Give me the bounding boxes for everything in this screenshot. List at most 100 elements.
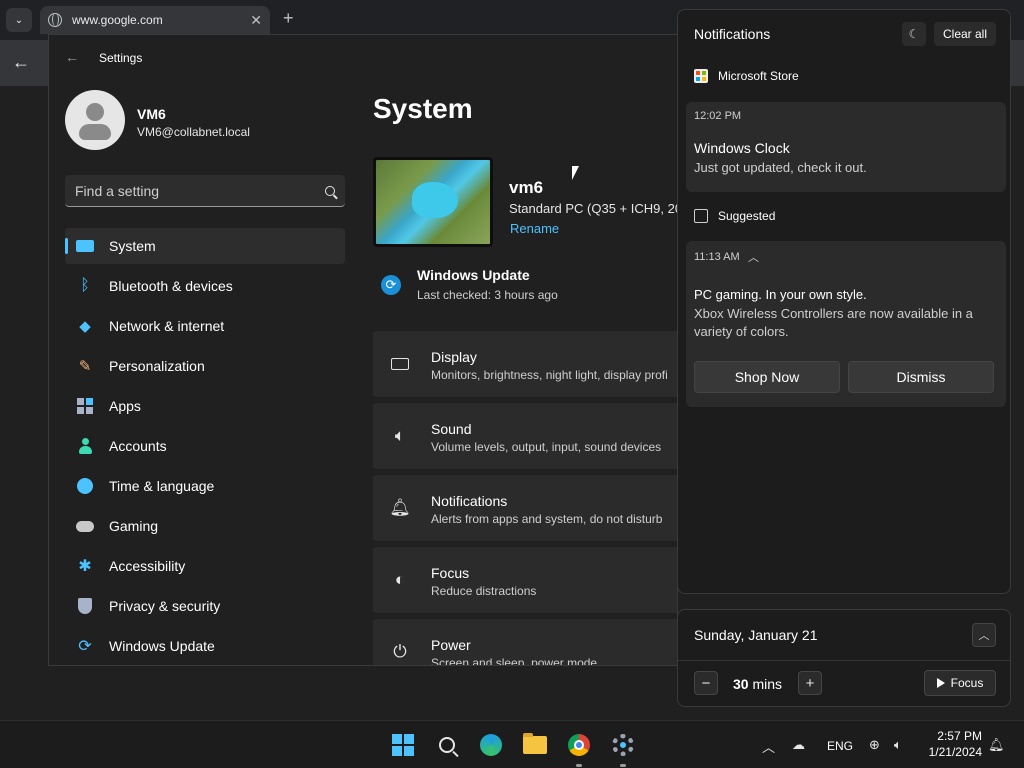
sidebar-item-apps[interactable]: Apps xyxy=(65,388,345,424)
card-title: Focus xyxy=(431,565,470,581)
sidebar-item-time-language[interactable]: Time & language xyxy=(65,468,345,504)
chevron-up-icon[interactable]: ︿ xyxy=(748,249,759,265)
do-not-disturb-button[interactable]: ☾ xyxy=(902,22,926,46)
notification-center: Notifications ☾ Clear all Microsoft Stor… xyxy=(677,9,1011,594)
bell-icon[interactable]: 🔔︎ xyxy=(988,737,1005,753)
network-globe-icon[interactable]: ⊕ xyxy=(869,737,880,753)
focus-start-button[interactable]: Focus xyxy=(924,670,996,696)
sidebar-item-label: Privacy & security xyxy=(109,598,221,614)
taskbar-edge[interactable] xyxy=(477,731,505,759)
taskbar-chrome[interactable] xyxy=(565,731,593,759)
settings-cards: Display Monitors, brightness, night ligh… xyxy=(373,331,677,665)
taskbar-search-button[interactable] xyxy=(433,731,461,759)
sidebar-item-system[interactable]: System xyxy=(65,228,345,264)
notification-toast[interactable]: 11:13 AM ︿ PC gaming. In your own style.… xyxy=(686,241,1006,407)
sidebar-item-label: Accessibility xyxy=(109,558,186,574)
rename-link[interactable]: Rename xyxy=(510,221,559,236)
sidebar-nav: System ᛒ Bluetooth & devices ◆ Network &… xyxy=(65,228,345,665)
chevron-down-icon: ⌄ xyxy=(14,14,24,26)
clock-date[interactable]: 1/21/2024 xyxy=(922,745,982,759)
focus-increase-button[interactable]: + xyxy=(798,671,822,695)
card-power[interactable]: ⏻ Power Screen and sleep, power mode xyxy=(373,619,677,665)
microsoft-store-icon xyxy=(694,69,708,83)
sidebar-item-gaming[interactable]: Gaming xyxy=(65,508,345,544)
notification-app-name: Microsoft Store xyxy=(718,69,799,83)
chevron-up-icon[interactable]: ︿ xyxy=(972,623,996,647)
card-title: Sound xyxy=(431,421,472,437)
calendar-panel: Sunday, January 21 ︿ − 30 mins + Focus xyxy=(677,609,1011,707)
sidebar-item-personalization[interactable]: ✎ Personalization xyxy=(65,348,345,384)
sidebar-item-bluetooth[interactable]: ᛒ Bluetooth & devices xyxy=(65,268,345,304)
tab-title: www.google.com xyxy=(72,13,163,27)
clock-time[interactable]: 2:57 PM xyxy=(926,729,982,743)
user-name: VM6 xyxy=(137,106,166,122)
sidebar-item-privacy-security[interactable]: Privacy & security xyxy=(65,588,345,624)
card-subtitle: Volume levels, output, input, sound devi… xyxy=(431,440,662,454)
running-indicator xyxy=(620,764,626,767)
system-icon xyxy=(75,236,95,256)
search-input[interactable] xyxy=(75,182,325,199)
sidebar-item-label: Personalization xyxy=(109,358,205,374)
card-title: Display xyxy=(431,349,477,365)
sidebar-item-label: Network & internet xyxy=(109,318,225,334)
input-language[interactable]: ENG xyxy=(827,739,853,753)
close-icon[interactable]: ✕ xyxy=(250,12,262,29)
avatar[interactable] xyxy=(65,90,125,150)
wifi-icon: ◆ xyxy=(79,318,91,335)
sidebar-item-accessibility[interactable]: ✱ Accessibility xyxy=(65,548,345,584)
browser-back-button[interactable]: ← xyxy=(12,52,30,73)
card-focus[interactable]: ◐ Focus Reduce distractions xyxy=(373,547,677,613)
card-notifications[interactable]: 🔔︎ Notifications Alerts from apps and sy… xyxy=(373,475,677,541)
shop-now-button[interactable]: Shop Now xyxy=(694,361,840,393)
sidebar-item-label: Gaming xyxy=(109,518,159,534)
focus-icon: ◐ xyxy=(394,570,406,589)
play-icon xyxy=(936,678,945,688)
taskbar-settings[interactable] xyxy=(609,731,637,759)
taskbar: ︿ ☁ ENG ⊕ 🔈︎ 🔔︎ xyxy=(0,720,1024,768)
taskbar-file-explorer[interactable] xyxy=(521,731,549,759)
globe-icon xyxy=(48,13,62,27)
brush-icon: ✎ xyxy=(78,358,92,375)
browser-tab[interactable]: www.google.com ✕ xyxy=(40,6,270,34)
notification-title: Windows Clock xyxy=(694,140,790,156)
window-title: Settings xyxy=(99,51,143,65)
tab-list-button[interactable]: ⌄ xyxy=(6,8,32,32)
settings-window: ← Settings VM6 VM6@collabnet.local Syste… xyxy=(48,34,678,666)
focus-duration: 30 mins xyxy=(733,676,782,692)
sidebar-item-windows-update[interactable]: ⟳ Windows Update xyxy=(65,628,345,664)
card-subtitle: Monitors, brightness, night light, displ… xyxy=(431,368,668,382)
search-box[interactable] xyxy=(65,175,345,207)
windows-update-title[interactable]: Windows Update xyxy=(417,267,530,283)
sidebar-item-label: Bluetooth & devices xyxy=(109,278,233,294)
divider xyxy=(678,660,1010,661)
speaker-muted-icon[interactable]: 🔈︎ xyxy=(894,737,902,753)
focus-decrease-button[interactable]: − xyxy=(694,671,718,695)
display-icon xyxy=(389,353,411,375)
card-display[interactable]: Display Monitors, brightness, night ligh… xyxy=(373,331,677,397)
search-icon xyxy=(439,737,455,753)
notification-time: 11:13 AM xyxy=(694,251,740,263)
notification-toast[interactable]: 12:02 PM Windows Clock Just got updated,… xyxy=(686,102,1006,192)
pc-name: vm6 xyxy=(509,178,544,197)
start-button[interactable] xyxy=(389,731,417,759)
dismiss-button[interactable]: Dismiss xyxy=(848,361,994,393)
new-tab-button[interactable]: + xyxy=(283,8,294,29)
back-arrow-icon[interactable]: ← xyxy=(65,49,79,65)
cloud-offline-icon[interactable]: ☁ xyxy=(792,737,805,753)
mouse-cursor-icon xyxy=(572,166,579,180)
folder-icon xyxy=(523,733,547,754)
focus-label: Focus xyxy=(950,676,984,690)
clear-all-button[interactable]: Clear all xyxy=(934,22,996,46)
focus-minutes-value: 30 xyxy=(733,676,749,692)
card-sound[interactable]: 🔈︎ Sound Volume levels, output, input, s… xyxy=(373,403,677,469)
pc-model: Standard PC (Q35 + ICH9, 20 xyxy=(509,201,678,216)
search-icon[interactable] xyxy=(325,185,335,196)
card-subtitle: Alerts from apps and system, do not dist… xyxy=(431,512,663,526)
chevron-up-icon[interactable]: ︿ xyxy=(762,737,775,756)
sidebar-item-accounts[interactable]: Accounts xyxy=(65,428,345,464)
sidebar-item-label: Accounts xyxy=(109,438,167,454)
bell-snooze-icon: ☾ xyxy=(908,27,920,41)
card-title: Notifications xyxy=(431,493,508,509)
edge-icon xyxy=(480,734,502,756)
sidebar-item-network[interactable]: ◆ Network & internet xyxy=(65,308,345,344)
